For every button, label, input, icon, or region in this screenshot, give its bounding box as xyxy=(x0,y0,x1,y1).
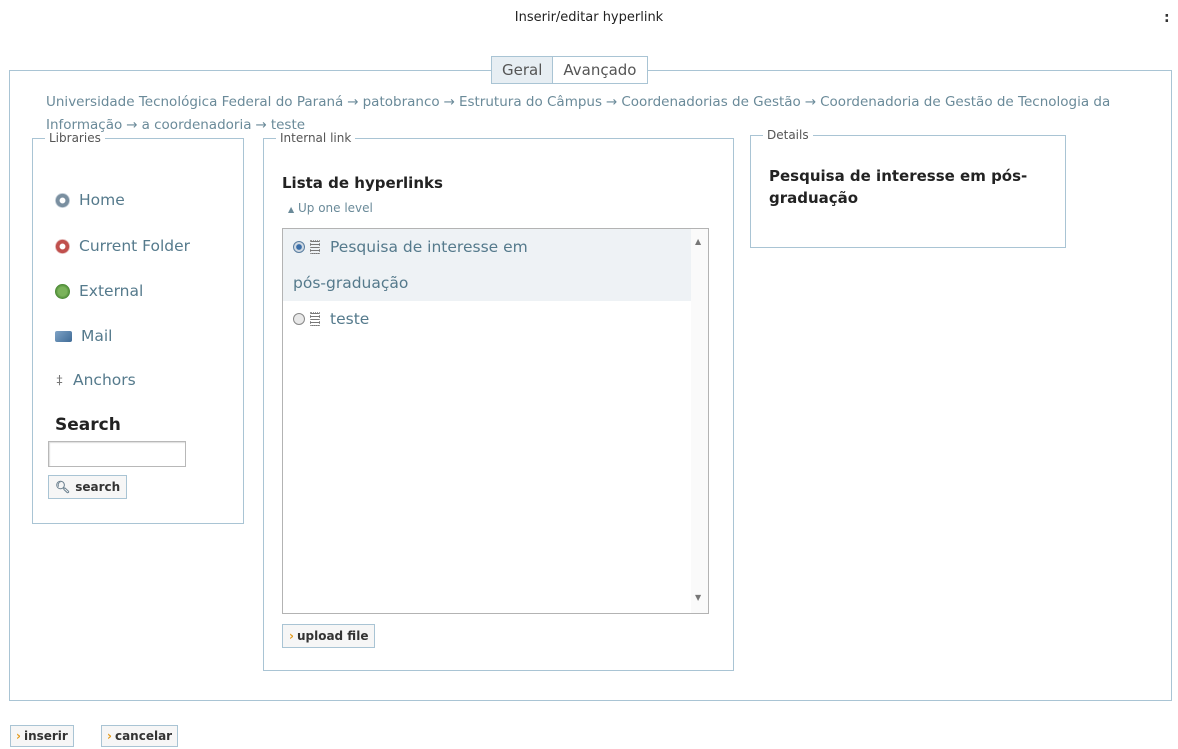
details-legend: Details xyxy=(767,128,809,142)
internal-link-legend: Internal link xyxy=(280,131,352,145)
library-current-folder-label: Current Folder xyxy=(79,237,191,255)
hyperlink-list-title: Lista de hyperlinks xyxy=(282,174,443,192)
library-mail-label: Mail xyxy=(81,327,113,345)
mail-icon xyxy=(55,330,72,342)
breadcrumb-item-coordenadorias[interactable]: Coordenadorias de Gestão xyxy=(621,94,800,110)
arrow-icon: › xyxy=(107,729,112,743)
list-item-label-continued: pós-graduação xyxy=(293,274,409,292)
library-external-label: External xyxy=(79,282,144,300)
library-mail[interactable]: Mail xyxy=(55,327,112,345)
arrow-icon: › xyxy=(289,629,294,643)
dialog-title: Inserir/editar hyperlink xyxy=(514,10,664,25)
libraries-panel: Libraries Home Current Folder External M… xyxy=(32,131,244,524)
tab-geral[interactable]: Geral xyxy=(491,56,553,84)
scroll-up-icon[interactable]: ▲ xyxy=(695,237,701,246)
up-one-level-link[interactable]: ▲ Up one level xyxy=(288,201,373,215)
radio-button[interactable] xyxy=(293,313,305,325)
search-heading: Search xyxy=(55,415,121,435)
library-external[interactable]: External xyxy=(55,282,143,300)
libraries-legend: Libraries xyxy=(49,131,101,145)
tab-avancado[interactable]: Avançado xyxy=(552,56,648,84)
current-folder-icon xyxy=(55,238,70,254)
scroll-down-icon[interactable]: ▼ xyxy=(695,593,701,602)
search-button[interactable]: 🔍︎ search xyxy=(48,475,128,499)
list-item-label: Pesquisa de interesse em xyxy=(330,238,528,256)
breadcrumb-item-estrutura[interactable]: Estrutura do Câmpus xyxy=(459,94,602,110)
up-arrow-icon: ▲ xyxy=(288,205,295,214)
internal-link-panel: Internal link Lista de hyperlinks ▲ Up o… xyxy=(263,131,734,671)
anchor-icon: ‡ xyxy=(56,373,63,387)
search-input[interactable] xyxy=(48,441,186,467)
breadcrumb-separator: → xyxy=(443,94,455,110)
breadcrumb-item-patobranco[interactable]: patobranco xyxy=(363,94,440,110)
list-item-label: teste xyxy=(330,310,370,328)
up-one-level-label: Up one level xyxy=(297,201,373,215)
breadcrumb-item-utfpr[interactable]: Universidade Tecnológica Federal do Para… xyxy=(46,94,343,110)
list-scrollbar[interactable]: ▲ ▼ xyxy=(691,229,708,613)
library-anchors[interactable]: ‡ Anchors xyxy=(55,371,136,389)
close-icon[interactable]: : xyxy=(1164,10,1170,26)
insert-button[interactable]: › inserir xyxy=(10,725,74,747)
breadcrumb-separator: → xyxy=(606,94,618,110)
document-icon xyxy=(310,312,320,326)
list-item[interactable]: teste xyxy=(283,301,693,337)
details-panel: Details Pesquisa de interesse em pós-gra… xyxy=(750,128,1066,248)
hyperlink-listbox[interactable]: Pesquisa de interesse em pós-graduação t… xyxy=(282,228,709,614)
library-home-label: Home xyxy=(79,191,125,209)
details-title: Pesquisa de interesse em pós-graduação xyxy=(769,167,1028,207)
upload-file-label: upload file xyxy=(296,629,369,643)
search-button-label: search xyxy=(75,480,121,494)
arrow-icon: › xyxy=(16,729,21,743)
home-icon xyxy=(55,192,70,208)
cancel-button[interactable]: › cancelar xyxy=(101,725,179,747)
globe-icon xyxy=(55,283,70,299)
search-icon: 🔍︎ xyxy=(55,480,71,494)
list-item[interactable]: Pesquisa de interesse em xyxy=(283,229,693,265)
document-icon xyxy=(310,240,320,254)
library-home[interactable]: Home xyxy=(55,191,125,209)
breadcrumb-separator: → xyxy=(347,94,359,110)
library-anchors-label: Anchors xyxy=(73,371,136,389)
breadcrumb-separator: → xyxy=(804,94,817,110)
upload-file-button[interactable]: › upload file xyxy=(282,624,376,648)
tab-bar: Geral Avançado xyxy=(491,56,648,84)
radio-button[interactable] xyxy=(293,241,305,253)
list-item-continuation[interactable]: pós-graduação xyxy=(283,265,693,301)
insert-button-label: inserir xyxy=(23,729,68,743)
library-current-folder[interactable]: Current Folder xyxy=(55,237,190,255)
cancel-button-label: cancelar xyxy=(114,729,173,743)
